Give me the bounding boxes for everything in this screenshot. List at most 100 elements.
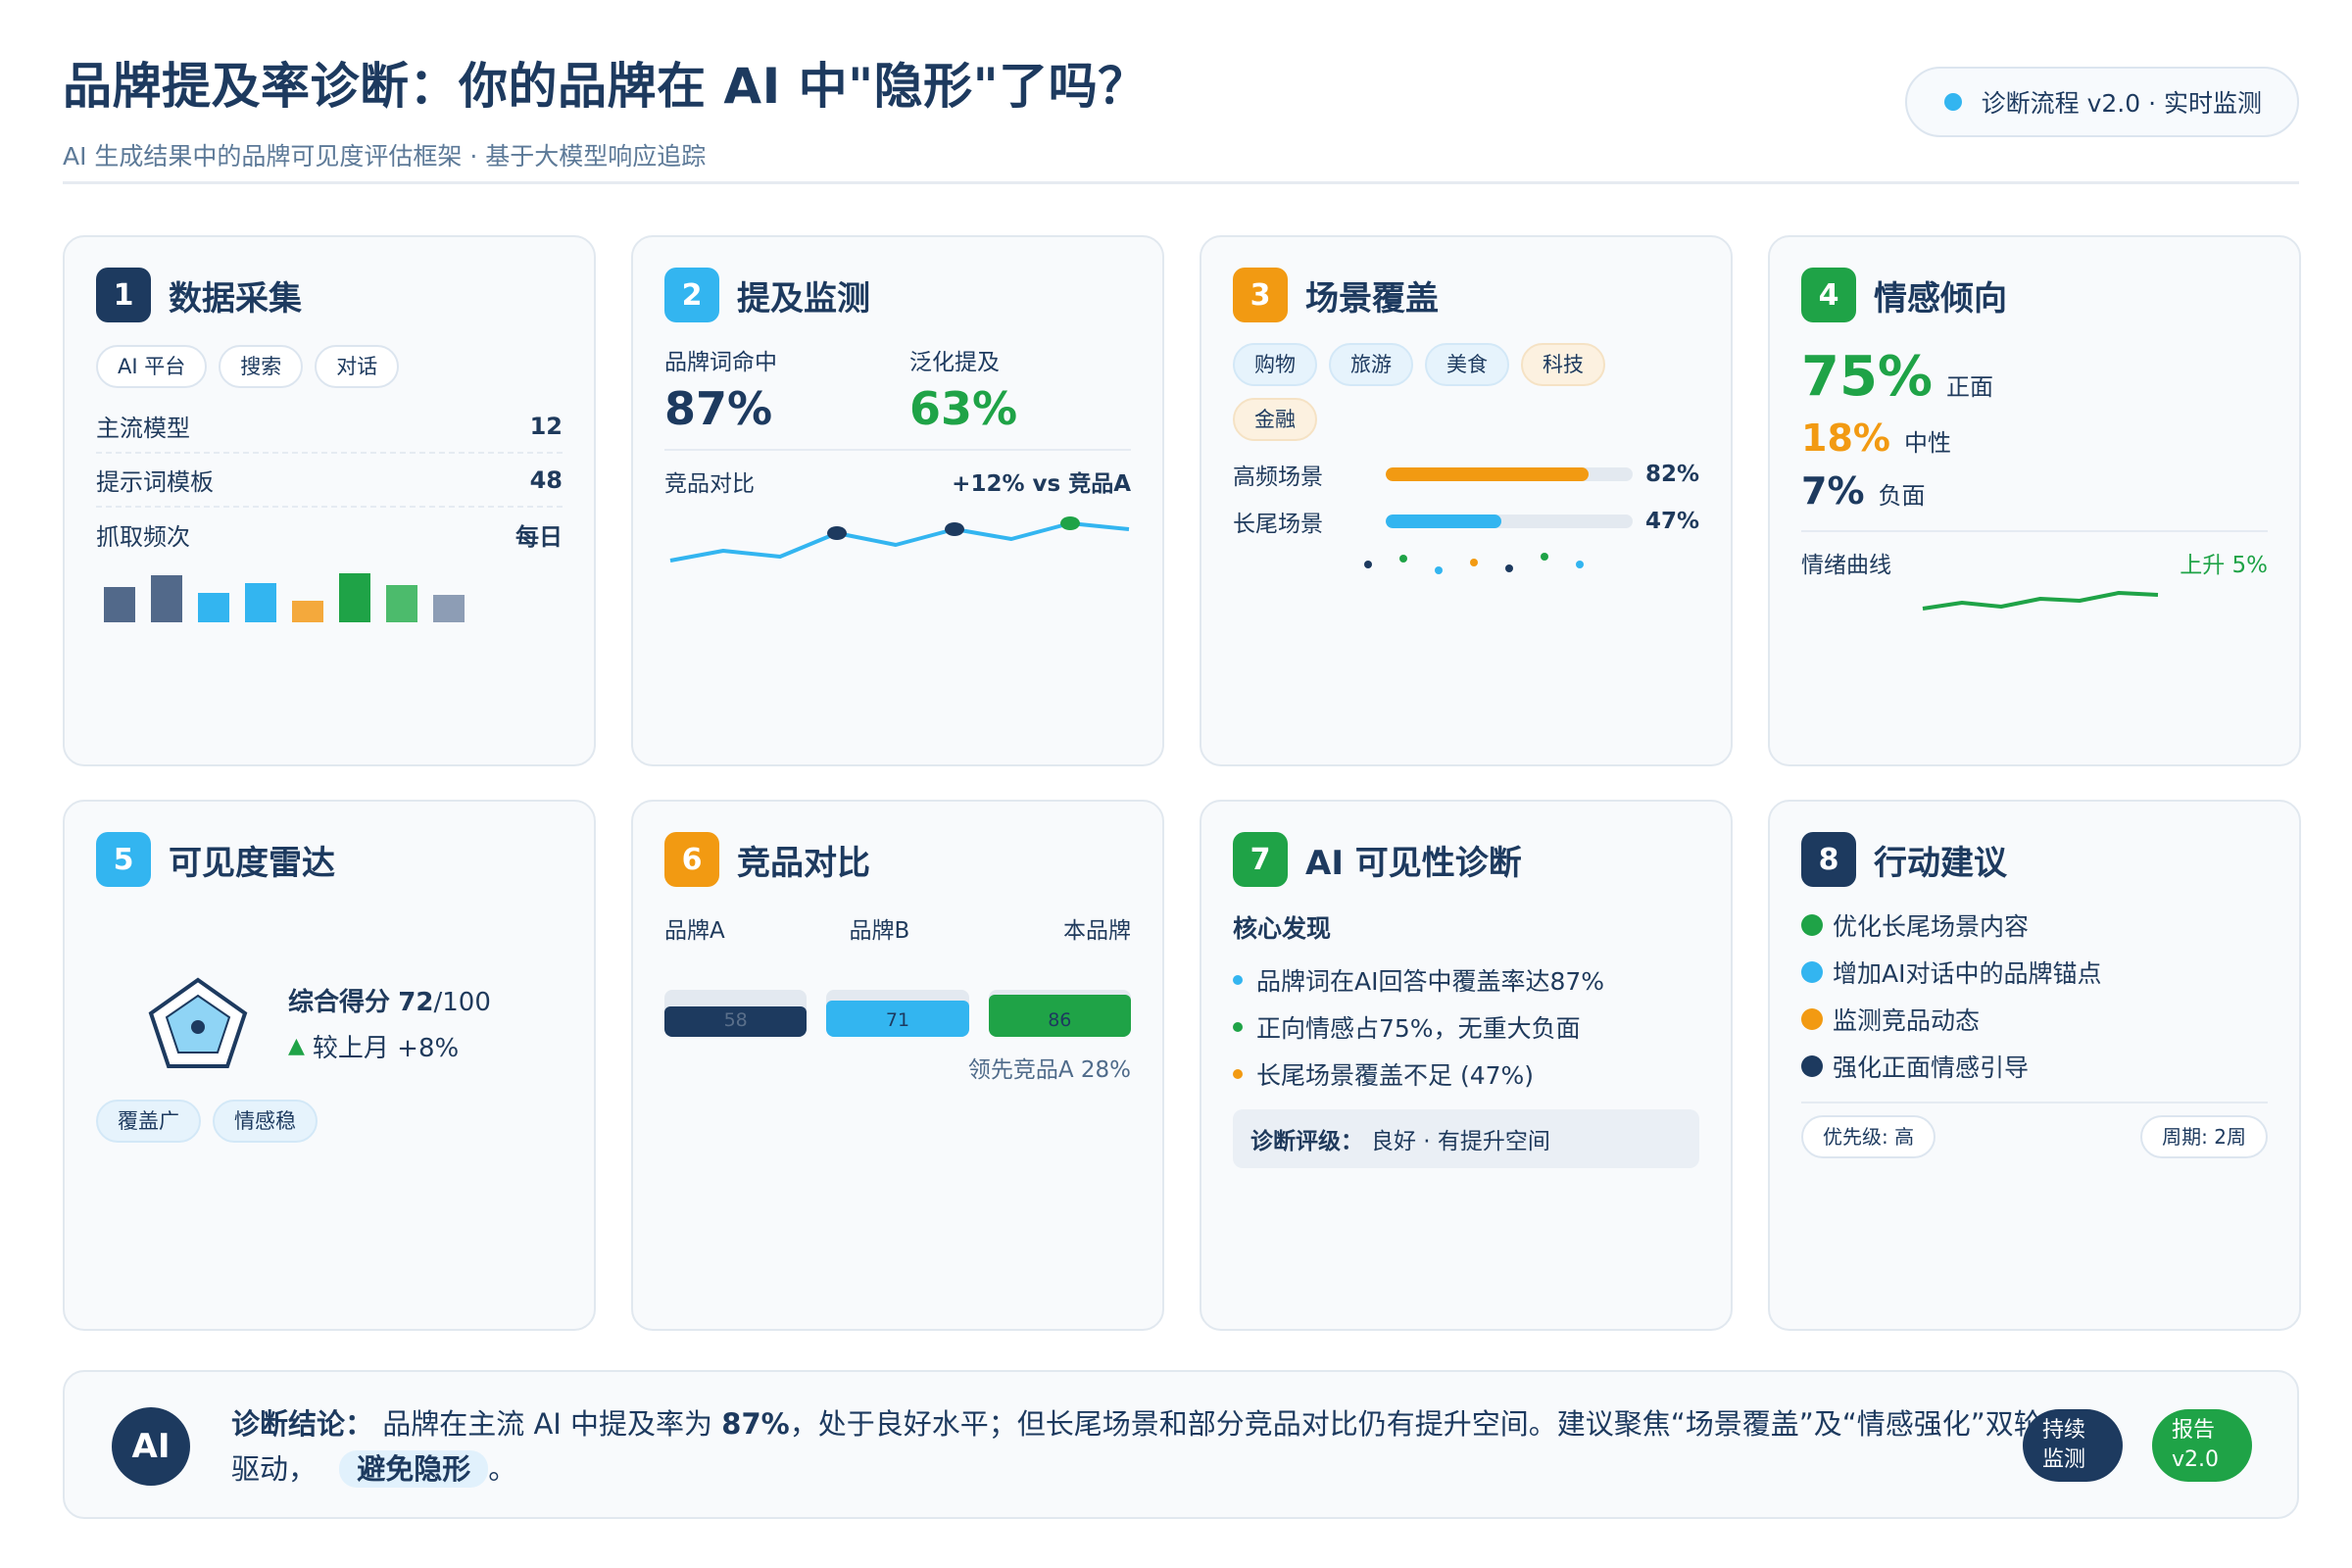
card-mention-monitor[interactable]: 2 提及监测 品牌词命中 87% 泛化提及 63% 竞品对比 +12% vs 竞… <box>631 235 1164 766</box>
card-data-collection[interactable]: 1 数据采集 AI 平台 搜索 对话 主流模型 12 提示词模板 48 抓取频次 每日 <box>63 235 596 766</box>
brand-label: 品牌A <box>664 918 725 944</box>
step-number-4: 4 <box>1801 268 1856 322</box>
negative-label: 负面 <box>1878 482 1926 510</box>
step-number-7: 7 <box>1233 832 1288 887</box>
action-list: 优化长尾场景内容 增加AI对话中的品牌锚点 监测竞品动态 强化正面情感引导 <box>1801 902 2268 1090</box>
chip-search[interactable]: 搜索 <box>219 345 304 388</box>
chip-ai-platform[interactable]: AI 平台 <box>96 345 208 388</box>
ai-avatar: AI <box>112 1407 190 1486</box>
scene-chips: 购物 旅游 美食 科技 金融 <box>1233 343 1664 441</box>
stat-label: 抓取频次 <box>96 523 190 551</box>
progress-label: 高频场景 <box>1233 465 1323 490</box>
action-dot-icon <box>1801 1008 1823 1030</box>
stat-value: 每日 <box>515 523 563 551</box>
neutral-value: 18% <box>1801 416 1890 460</box>
rating-box: 诊断评级： 良好 · 有提升空间 <box>1233 1109 1699 1168</box>
button-label-line: 监测 <box>2042 1447 2086 1472</box>
step-number-2: 2 <box>664 268 719 322</box>
trend-line-icon <box>669 516 1130 563</box>
bar-value: 71 <box>885 1009 910 1031</box>
score-label: 综合得分 <box>288 988 391 1017</box>
progress-fill <box>1386 467 1589 481</box>
chip-shopping[interactable]: 购物 <box>1233 343 1317 386</box>
brand-label: 品牌B <box>849 918 910 944</box>
score-line: 综合得分 72/100 <box>288 982 491 1018</box>
mini-bar-chart-icon <box>104 573 465 622</box>
stats-list: 主流模型 12 提示词模板 48 抓取频次 每日 <box>96 400 563 562</box>
compare-label: 竞品对比 <box>664 471 755 497</box>
findings-heading: 核心发现 <box>1233 914 1332 943</box>
finding-text: 品牌词在AI回答中覆盖率达87% <box>1256 967 1605 996</box>
finding-item: 品牌词在AI回答中覆盖率达87% <box>1233 956 1699 1004</box>
bullet-dot-icon <box>1233 975 1243 985</box>
emotion-curve-icon <box>1922 591 2159 611</box>
action-text: 强化正面情感引导 <box>1833 1054 2030 1082</box>
scene-progress: 高频场景 82% 长尾场景 47% <box>1233 451 1699 545</box>
negative-value: 7% <box>1801 469 1865 513</box>
step-number-5: 5 <box>96 832 151 887</box>
findings-list: 品牌词在AI回答中覆盖率达87% 正向情感占75%，无重大负面 长尾场景覆盖不足… <box>1233 956 1699 1098</box>
stat-row: 提示词模板 48 <box>96 454 563 508</box>
progress-value: 47% <box>1644 509 1699 534</box>
status-text: 诊断流程 v2.0 · 实时监测 <box>1981 89 2262 118</box>
action-item[interactable]: 增加AI对话中的品牌锚点 <box>1801 949 2268 996</box>
button-label-line: v2.0 <box>2172 1447 2220 1472</box>
competitor-compare: 竞品对比 +12% vs 竞品A <box>664 449 1131 498</box>
chip-tech[interactable]: 科技 <box>1521 343 1605 386</box>
status-pill[interactable]: 诊断流程 v2.0 · 实时监测 <box>1904 67 2299 137</box>
metric-value-generic: 63% <box>909 382 1018 435</box>
card-scene-coverage[interactable]: 3 场景覆盖 购物 旅游 美食 科技 金融 高频场景 82% 长尾场景 47% <box>1200 235 1733 766</box>
card-competitor-compare[interactable]: 6 竞品对比 品牌A 品牌B 本品牌 58 71 86 领先竞品A 28% <box>631 800 1164 1331</box>
metric-value-brand-hit: 87% <box>664 382 773 435</box>
priority-badge[interactable]: 优先级: 高 <box>1801 1115 1936 1158</box>
radar-summary: 综合得分 72/100 ▲ 较上月 +8% <box>96 976 563 1070</box>
finding-item: 正向情感占75%，无重大负面 <box>1233 1004 1699 1051</box>
cycle-badge[interactable]: 周期: 2周 <box>2140 1115 2268 1158</box>
chip-stable-sentiment[interactable]: 情感稳 <box>213 1100 318 1143</box>
sentiment-neutral: 18% 中性 <box>1801 416 2268 460</box>
action-text: 增加AI对话中的品牌锚点 <box>1833 959 2102 988</box>
progress-row: 高频场景 82% <box>1233 451 1699 498</box>
finding-text: 正向情感占75%，无重大负面 <box>1256 1014 1581 1043</box>
competitor-bars: 58 71 86 <box>664 990 1131 1037</box>
button-label-line: 持续 <box>2042 1418 2086 1443</box>
chip-wide-coverage[interactable]: 覆盖广 <box>96 1100 201 1143</box>
bullet-dot-icon <box>1233 1069 1243 1079</box>
card-ai-diagnosis[interactable]: 7 AI 可见性诊断 核心发现 品牌词在AI回答中覆盖率达87% 正向情感占75… <box>1200 800 1733 1331</box>
step-number-8: 8 <box>1801 832 1856 887</box>
neutral-label: 中性 <box>1903 429 1951 457</box>
curve-label: 情绪曲线 <box>1801 553 1891 578</box>
report-button[interactable]: 报告 v2.0 <box>2152 1409 2252 1482</box>
button-label-line: 报告 <box>2172 1418 2216 1443</box>
chip-finance[interactable]: 金融 <box>1233 398 1317 441</box>
action-item[interactable]: 优化长尾场景内容 <box>1801 902 2268 949</box>
chip-travel[interactable]: 旅游 <box>1329 343 1413 386</box>
action-text: 优化长尾场景内容 <box>1833 912 2030 941</box>
card-title: 数据采集 <box>169 278 302 318</box>
conclusion-part-a: 品牌在主流 AI 中提及率为 <box>382 1407 713 1441</box>
lead-note: 领先竞品A 28% <box>967 1057 1131 1083</box>
conclusion-text: 诊断结论： 品牌在主流 AI 中提及率为 87%，处于良好水平；但长尾场景和部分… <box>231 1401 2054 1492</box>
chip-food[interactable]: 美食 <box>1425 343 1509 386</box>
stat-value: 48 <box>529 466 563 494</box>
conclusion-metric: 87% <box>721 1407 790 1441</box>
card-title: AI 可见性诊断 <box>1305 843 1522 883</box>
card-sentiment[interactable]: 4 情感倾向 75% 正面 18% 中性 7% 负面 情绪曲线 上升 5% <box>1768 235 2301 766</box>
chip-dialog[interactable]: 对话 <box>315 345 400 388</box>
card-visibility-radar[interactable]: 5 可见度雷达 综合得分 72/100 ▲ 较上月 +8% 覆盖广 情感稳 <box>63 800 596 1331</box>
card-title: 竞品对比 <box>737 843 870 883</box>
action-item[interactable]: 监测竞品动态 <box>1801 996 2268 1043</box>
continuous-monitor-button[interactable]: 持续 监测 <box>2023 1409 2123 1482</box>
radar-chips: 覆盖广 情感稳 <box>96 1100 563 1143</box>
positive-label: 正面 <box>1946 373 1994 401</box>
bar-track: 58 <box>664 990 808 1037</box>
action-item[interactable]: 强化正面情感引导 <box>1801 1043 2268 1090</box>
sentiment-negative: 7% 负面 <box>1801 469 2268 513</box>
step-number-6: 6 <box>664 832 719 887</box>
card-action-plan[interactable]: 8 行动建议 优化长尾场景内容 增加AI对话中的品牌锚点 监测竞品动态 强化正面… <box>1768 800 2301 1331</box>
brand-label: 本品牌 <box>1062 918 1131 944</box>
finding-text: 长尾场景覆盖不足 (47%) <box>1256 1061 1535 1090</box>
change-text: 较上月 +8% <box>312 1034 460 1063</box>
progress-fill <box>1386 514 1502 528</box>
curve-trend: 上升 5% <box>2180 553 2268 578</box>
